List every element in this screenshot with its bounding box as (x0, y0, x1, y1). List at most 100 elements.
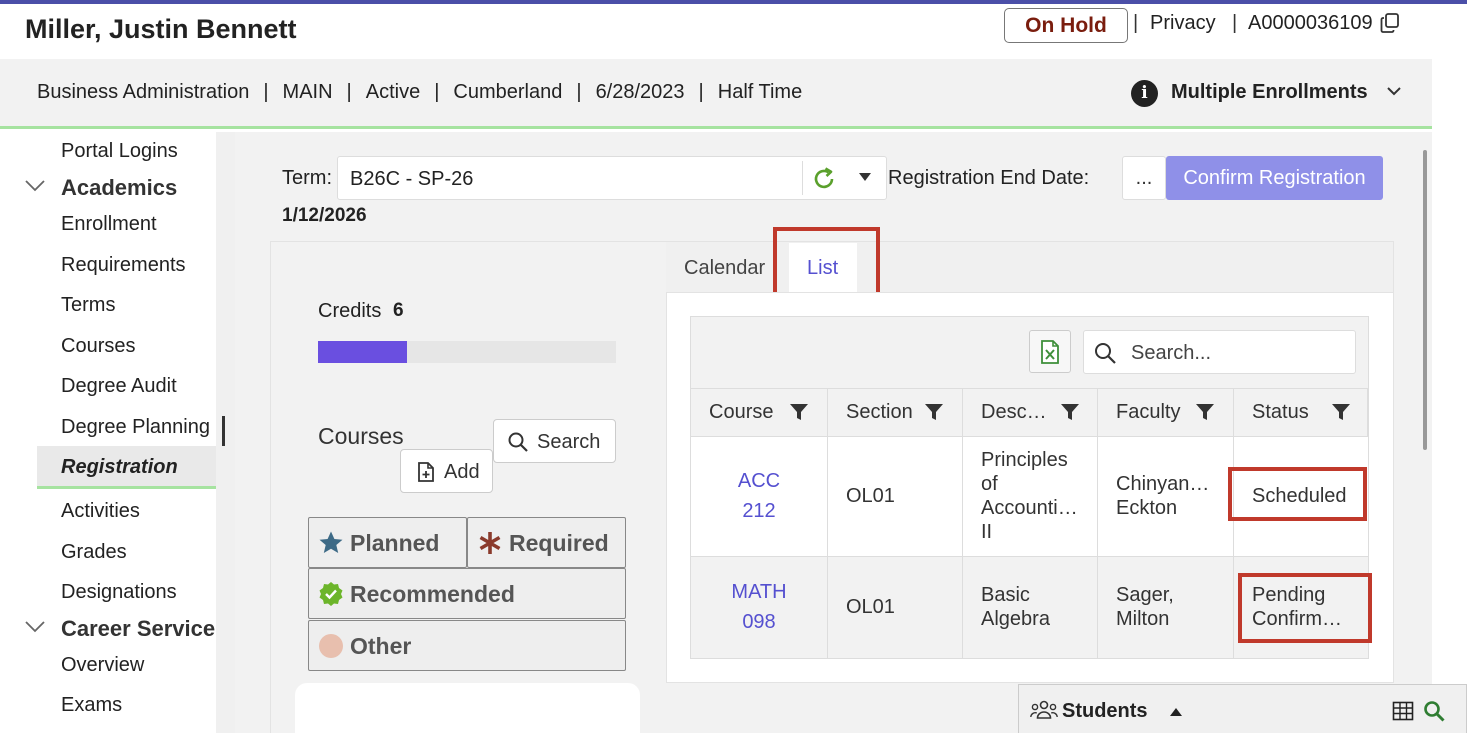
filter-icon[interactable] (1195, 402, 1215, 422)
sidebar-group-academics[interactable]: Academics (61, 175, 177, 201)
legend-label: Recommended (350, 581, 515, 607)
enrollment-separator: | (263, 81, 269, 103)
divider (802, 161, 803, 195)
faculty-cell: Chinyan… Eckton (1116, 472, 1209, 520)
sidebar-item-terms[interactable]: Terms (61, 294, 115, 317)
student-id: A0000036109 (1248, 12, 1373, 34)
column-header-status[interactable]: Status (1234, 388, 1368, 436)
enrollment-summary: Business Administration | MAIN | Active | Cumb… (37, 81, 802, 104)
description-line: Principles (981, 449, 1068, 471)
course-subject: ACC (737, 470, 781, 492)
legend-recommended: Recommended (308, 568, 626, 619)
description-cell: Basic Algebra (981, 583, 1050, 631)
column-header-faculty[interactable]: Faculty (1098, 388, 1234, 436)
course-link[interactable]: ACC 212 (710, 466, 808, 526)
sidebar-item-activities[interactable]: Activities (61, 500, 140, 523)
highlight-box (1228, 467, 1367, 521)
sidebar-item-degree-planning[interactable]: Degree Planning (61, 416, 210, 439)
more-options-button[interactable]: ... (1122, 156, 1166, 200)
sidebar-item-enrollment[interactable]: Enrollment (61, 213, 157, 236)
description-line: of (981, 473, 998, 495)
chevron-down-icon[interactable] (24, 179, 46, 193)
copy-icon[interactable] (1380, 13, 1400, 33)
search-icon (508, 432, 528, 452)
course-number: 212 (742, 500, 776, 522)
sidebar-rail (216, 132, 235, 733)
legend-label: Other (350, 633, 412, 659)
sidebar-item-courses[interactable]: Courses (61, 335, 135, 358)
section-cell: OL01 (846, 596, 895, 618)
enrollment-location: Cumberland (453, 81, 563, 103)
confirm-registration-button[interactable]: Confirm Registration (1166, 156, 1383, 200)
column-header-label: Faculty (1116, 401, 1181, 423)
credits-label: Credits (318, 300, 382, 322)
credits-progress-fill (318, 341, 407, 363)
credits-value: 6 (393, 300, 404, 321)
sidebar-item-degree-audit[interactable]: Degree Audit (61, 375, 177, 398)
grid-search-input[interactable] (1131, 340, 1346, 366)
asterisk-icon (479, 532, 501, 554)
column-divider (962, 436, 963, 658)
refresh-icon[interactable] (811, 166, 837, 192)
students-label[interactable]: Students (1062, 700, 1148, 723)
legend-required: Required (467, 517, 626, 568)
caret-down-icon[interactable] (857, 171, 873, 183)
add-file-icon (418, 462, 434, 482)
add-course-button[interactable]: Add (400, 449, 493, 493)
sidebar-item-grades[interactable]: Grades (61, 541, 127, 564)
course-link[interactable]: MATH 098 (710, 577, 808, 637)
enrollment-load: Half Time (717, 81, 803, 103)
column-header-description[interactable]: Desc… (963, 388, 1098, 436)
legend-label: Required (509, 530, 609, 556)
multiple-enrollments-toggle[interactable]: Multiple Enrollments (1171, 81, 1368, 104)
sidebar-item-designations[interactable]: Designations (61, 581, 177, 604)
grid-search-field[interactable] (1083, 330, 1356, 374)
sidebar-scrollbar[interactable] (222, 416, 225, 446)
sidebar-item-overview[interactable]: Overview (61, 654, 144, 677)
description-line: Accounti… (981, 497, 1078, 519)
enrollment-campus: MAIN (282, 81, 333, 103)
caret-up-icon[interactable] (1168, 706, 1184, 718)
filter-icon[interactable] (1060, 402, 1080, 422)
filter-icon[interactable] (789, 402, 809, 422)
filter-icon[interactable] (1331, 402, 1351, 422)
description-line: II (981, 521, 993, 543)
enrollment-program: Business Administration (37, 81, 250, 103)
sidebar-item-label: Registration (61, 456, 178, 478)
student-name: Miller, Justin Bennett (25, 14, 297, 44)
chevron-down-icon[interactable] (1385, 82, 1403, 100)
sidebar-item-exams[interactable]: Exams (61, 694, 122, 717)
enrollment-separator: | (698, 81, 704, 103)
on-hold-badge[interactable]: On Hold (1004, 8, 1128, 43)
faculty-line: Eckton (1116, 497, 1178, 519)
sidebar-item-portal-logins[interactable]: Portal Logins (61, 140, 178, 163)
term-label: Term: (282, 167, 332, 189)
registration-end-date-value: 1/12/2026 (282, 205, 367, 226)
page-scrollbar[interactable] (1423, 150, 1427, 450)
faculty-line: Chinyan… (1116, 473, 1210, 495)
column-header-section[interactable]: Section (828, 388, 963, 436)
sidebar-item-requirements[interactable]: Requirements (61, 254, 186, 277)
search-icon[interactable] (1422, 699, 1446, 723)
legend-other: Other (308, 620, 626, 671)
export-excel-button[interactable] (1029, 330, 1071, 373)
column-header-label: Section (846, 401, 913, 423)
search-button-label: Search (537, 431, 601, 453)
filter-icon[interactable] (924, 402, 944, 422)
faculty-line: Milton (1116, 608, 1170, 630)
column-header-label: Desc… (981, 401, 1047, 423)
table-icon[interactable] (1392, 701, 1414, 721)
sidebar-group-career-services[interactable]: Career Service (61, 616, 216, 642)
chevron-down-icon[interactable] (24, 620, 46, 634)
description-line: Basic (981, 584, 1030, 606)
info-icon[interactable]: i (1131, 80, 1158, 107)
tab-calendar[interactable]: Calendar (684, 257, 765, 280)
course-card (295, 683, 640, 733)
privacy-link[interactable]: Privacy (1150, 12, 1216, 35)
registration-end-date-label: Registration End Date: (888, 167, 1090, 189)
search-courses-button[interactable]: Search (493, 419, 616, 463)
column-header-course[interactable]: Course (691, 388, 828, 436)
legend-label: Planned (350, 530, 440, 556)
column-divider (1097, 436, 1098, 658)
excel-icon (1041, 340, 1059, 364)
